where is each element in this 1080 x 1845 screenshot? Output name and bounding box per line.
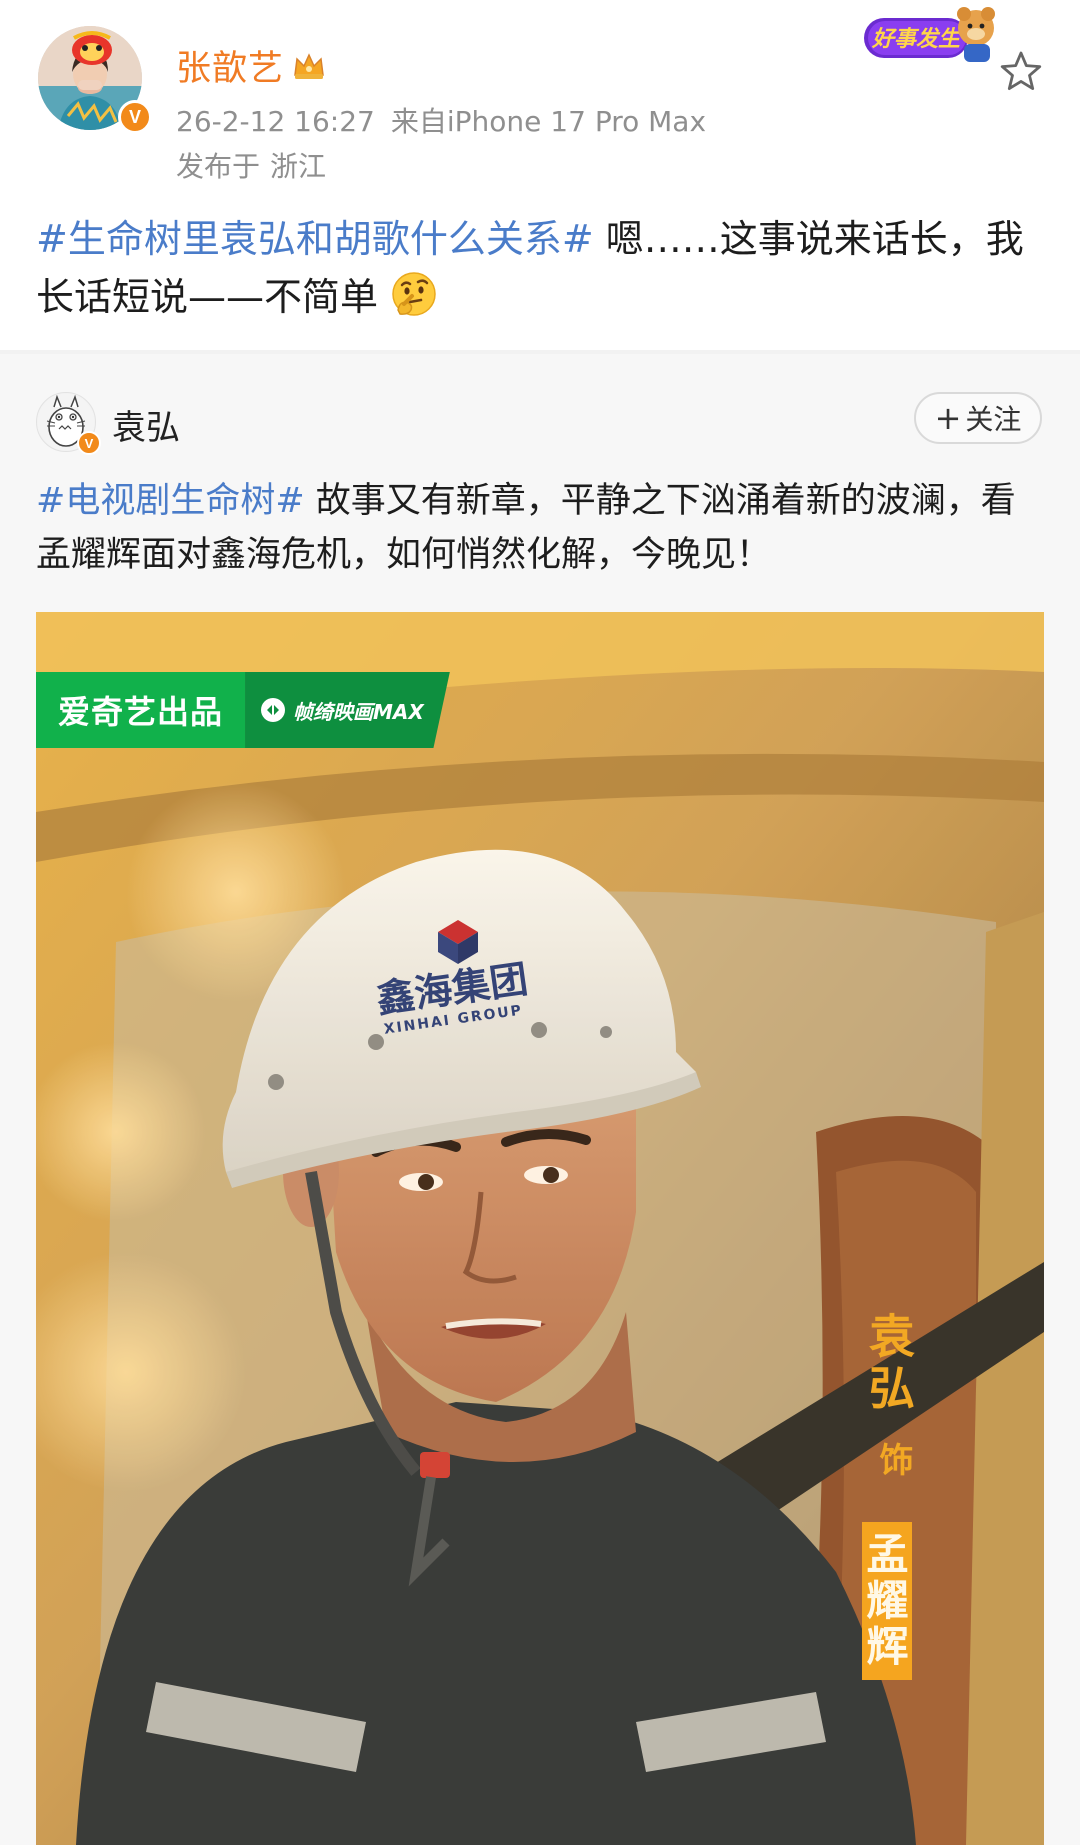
star-icon[interactable]: [998, 48, 1044, 94]
lion-dance-ornament-icon: [72, 31, 112, 65]
brand-secondary-label: 帧绮映画MAX: [245, 672, 450, 748]
credit-actor-name: 袁弘: [862, 1312, 916, 1416]
username[interactable]: 张歆艺: [176, 40, 284, 91]
crown-icon: [294, 52, 324, 79]
weibo-post: V 张歆艺 26-2-12 16:27 来自iPhone 17 Pro Max 发…: [0, 0, 1080, 1845]
poster-image[interactable]: 鑫海集团 XINHAI GROUP 爱奇艺出品 帧绮映画MAX 袁弘 饰 孟耀辉: [36, 612, 1044, 1845]
brand-secondary-text: 帧绮映画MAX: [293, 699, 424, 724]
repost-author-name[interactable]: 袁弘: [112, 400, 180, 449]
studio-logo-icon: [261, 698, 286, 722]
brand-banner: 爱奇艺出品 帧绮映画MAX: [36, 672, 450, 748]
post-header: V 张歆艺 26-2-12 16:27 来自iPhone 17 Pro Max 发…: [0, 0, 1080, 200]
reposted-post[interactable]: V 袁弘 + 关注 #电视剧生命树# 故事又有新章，平静之下汹涌着新的波澜，看孟耀…: [0, 354, 1080, 1845]
brand-primary-label: 爱奇艺出品: [36, 672, 246, 748]
repost-body: #电视剧生命树# 故事又有新章，平静之下汹涌着新的波澜，看孟耀辉面对鑫海危机，如…: [36, 474, 1036, 582]
repost-verified-badge-icon: V: [77, 431, 101, 455]
credit-role-name: 孟耀辉: [860, 1522, 912, 1680]
location-name: 浙江: [270, 150, 327, 183]
username-row: 张歆艺: [176, 40, 326, 91]
post-source: 来自iPhone 17 Pro Max: [390, 105, 707, 138]
credit-connector: 饰: [873, 1442, 913, 1476]
post-location: 发布于 浙江: [176, 145, 326, 185]
location-prefix: 发布于: [176, 150, 261, 183]
post-body: #生命树里袁弘和胡歌什么关系# 嗯……这事说来话长，我长话短说——不简单: [36, 210, 1046, 326]
post-timestamp: 26-2-12 16:27: [176, 105, 375, 138]
post-meta: 26-2-12 16:27 来自iPhone 17 Pro Max: [176, 100, 706, 140]
event-badge-icon[interactable]: 好事发生: [860, 4, 1000, 66]
plus-icon: +: [934, 399, 962, 437]
post-hashtag[interactable]: #生命树里袁弘和胡歌什么关系#: [36, 217, 594, 261]
follow-button[interactable]: + 关注: [914, 392, 1042, 444]
author-avatar[interactable]: V: [30, 18, 152, 138]
verified-badge-icon: V: [118, 100, 152, 134]
svg-text:好事发生: 好事发生: [871, 26, 962, 52]
thinking-face-icon: [392, 272, 436, 316]
repost-author-avatar[interactable]: V: [36, 392, 101, 455]
follow-label: 关注: [965, 403, 1022, 436]
repost-hashtag[interactable]: #电视剧生命树#: [36, 481, 305, 521]
